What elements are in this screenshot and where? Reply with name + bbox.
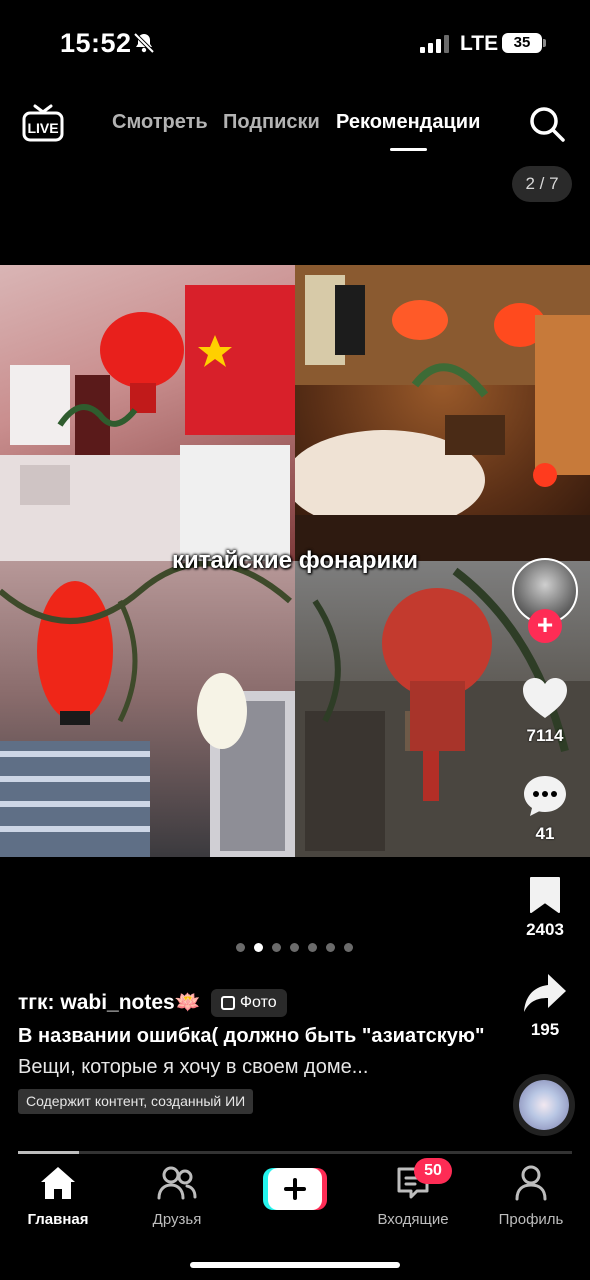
status-time: 15:52 xyxy=(60,28,132,58)
carousel-dot xyxy=(308,943,317,952)
home-indicator xyxy=(190,1262,400,1268)
follow-button[interactable]: + xyxy=(528,609,562,643)
carousel-dot xyxy=(236,943,245,952)
nav-profile-label: Профиль xyxy=(498,1211,564,1228)
nav-home-label: Главная xyxy=(27,1211,89,1228)
tab-following[interactable]: Подписки xyxy=(223,111,320,134)
nav-home[interactable]: Главная xyxy=(3,1165,113,1228)
room-illustration-2 xyxy=(295,265,590,561)
share-icon xyxy=(524,974,566,1012)
photo-tile-bottom-left xyxy=(0,561,295,857)
home-icon xyxy=(41,1167,75,1199)
live-icon[interactable]: LIVE xyxy=(22,103,64,143)
photo-stack-icon xyxy=(220,996,235,1010)
comment-count: 41 xyxy=(535,824,555,843)
author-row: тгк: wabi_notes🪷 Фото xyxy=(18,988,488,1018)
search-icon[interactable] xyxy=(528,105,566,143)
post-progress-bar[interactable] xyxy=(18,1151,572,1154)
photo-badge: Фото xyxy=(210,989,287,1017)
music-disc[interactable] xyxy=(513,1074,575,1136)
room-illustration-3 xyxy=(0,561,295,857)
post-title[interactable]: В названии ошибка( должно быть "азиатску… xyxy=(18,1024,488,1049)
post-description[interactable]: Вещи, которые я хочу в своем доме... xyxy=(18,1056,488,1079)
comment-icon xyxy=(524,776,566,816)
photo-tile-top-left xyxy=(0,265,295,561)
nav-profile[interactable]: Профиль xyxy=(476,1165,586,1228)
tab-watch[interactable]: Смотреть xyxy=(112,111,208,134)
nav-friends-label: Друзья xyxy=(152,1211,202,1228)
tab-for-you[interactable]: Рекомендации xyxy=(336,111,480,134)
save-count: 2403 xyxy=(526,920,564,939)
nav-friends[interactable]: Друзья xyxy=(122,1165,232,1228)
carousel-dots xyxy=(236,943,353,953)
photo-overlay-text: китайские фонарики xyxy=(171,547,419,574)
profile-icon xyxy=(515,1165,547,1201)
ai-content-label[interactable]: Содержит контент, созданный ИИ xyxy=(18,1089,254,1114)
svg-text:LIVE: LIVE xyxy=(27,120,58,136)
photo-page-counter: 2 / 7 xyxy=(512,166,572,202)
active-tab-indicator xyxy=(390,148,427,151)
author-name[interactable]: тгк: wabi_notes🪷 xyxy=(18,991,201,1015)
inbox-badge: 50 xyxy=(414,1158,452,1184)
create-button[interactable] xyxy=(263,1168,327,1210)
carousel-dot xyxy=(326,943,335,952)
save-button[interactable]: 2403 xyxy=(505,876,585,940)
top-nav: LIVE Смотреть Подписки Рекомендации xyxy=(0,95,590,155)
battery-cap xyxy=(543,39,546,47)
post-progress-fill xyxy=(18,1151,79,1154)
heart-icon xyxy=(523,678,567,718)
status-bar: 15:52 LTE 35 xyxy=(0,0,590,90)
photo-tile-top-right xyxy=(295,265,590,561)
share-count: 195 xyxy=(530,1020,560,1039)
friends-icon xyxy=(157,1166,197,1200)
share-button[interactable]: 195 xyxy=(505,972,585,1040)
carousel-dot-active xyxy=(254,943,263,952)
battery-icon: 35 xyxy=(502,33,542,53)
carousel-dot xyxy=(290,943,299,952)
network-type: LTE xyxy=(460,32,499,55)
room-illustration-1 xyxy=(0,285,295,561)
bell-muted-icon xyxy=(133,32,155,54)
photo-badge-label: Фото xyxy=(239,994,277,1011)
like-count: 7114 xyxy=(526,726,564,745)
carousel-dot xyxy=(272,943,281,952)
bookmark-icon xyxy=(530,877,560,913)
post-caption: тгк: wabi_notes🪷 Фото В названии ошибка(… xyxy=(18,988,488,1114)
signal-icon xyxy=(420,35,449,53)
nav-inbox-label: Входящие xyxy=(377,1211,449,1228)
carousel-dot xyxy=(344,943,353,952)
like-button[interactable]: 7114 xyxy=(505,676,585,746)
post-photo[interactable]: китайские фонарики xyxy=(0,265,590,857)
comment-button[interactable]: 41 xyxy=(505,774,585,844)
